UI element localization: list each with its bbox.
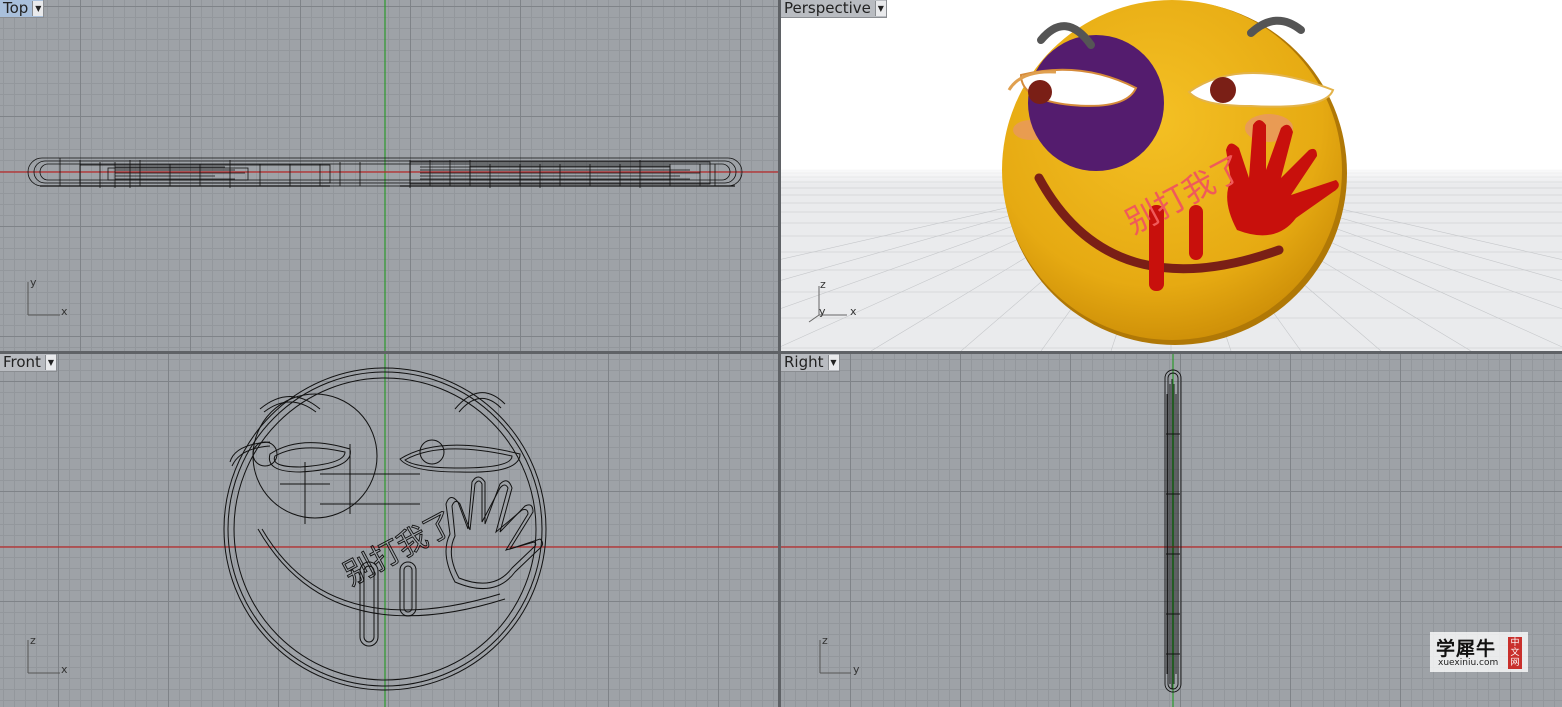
watermark-logo: 学犀牛 xuexiniu.com 中 文 网 [1430,632,1528,672]
front-text-outline: 别打我了 [338,506,460,593]
perspective-render: 别打我了 [781,0,1562,351]
axis-label-y: y [819,305,826,318]
viewport-label: Right [784,354,824,371]
chevron-down-icon[interactable]: ▼ [827,355,839,370]
viewport-front[interactable]: Front ▼ 别打我了 z x [0,354,778,707]
axis-label-z: z [822,634,828,647]
emoji-right-brow [1247,16,1305,37]
front-view-drawing: 别打我了 [0,354,778,707]
viewport-top[interactable]: Top ▼ y x [0,0,778,351]
emoji-model: 别打我了 [1002,0,1347,345]
axis-label-x: x [850,305,857,318]
viewport-label: Top [3,0,29,17]
emoji-left-pupil [1028,80,1052,104]
watermark-seal: 中 文 网 [1508,637,1522,669]
viewport-label: Perspective [784,0,871,17]
chevron-down-icon[interactable]: ▼ [44,355,56,370]
chevron-down-icon[interactable]: ▼ [32,1,44,16]
watermark-seal-char: 文 [1510,648,1520,658]
axis-label-y: y [853,663,860,676]
axis-label-z: z [820,278,826,291]
chevron-down-icon[interactable]: ▼ [874,1,886,16]
viewport-tab-front[interactable]: Front ▼ [0,354,57,372]
watermark-name: 学犀牛 [1436,638,1497,660]
emoji-right-pupil [1210,77,1236,103]
watermark-url: xuexiniu.com [1438,658,1499,668]
top-view-drawing [0,0,778,351]
viewport-tab-top[interactable]: Top ▼ [0,0,45,18]
axis-label-y: y [30,276,37,289]
axis-label-z: z [30,634,36,647]
axis-label-x: x [61,663,68,676]
emoji-blood-right [1189,205,1203,260]
watermark-seal-char: 网 [1510,658,1520,668]
watermark-seal-char: 中 [1510,638,1520,648]
viewport-tab-perspective[interactable]: Perspective ▼ [781,0,887,18]
viewport-tab-right[interactable]: Right ▼ [781,354,840,372]
viewport-label: Front [3,354,41,371]
viewport-perspective[interactable]: Perspective ▼ 别打我了 z y x [781,0,1562,351]
axis-label-x: x [61,305,68,318]
